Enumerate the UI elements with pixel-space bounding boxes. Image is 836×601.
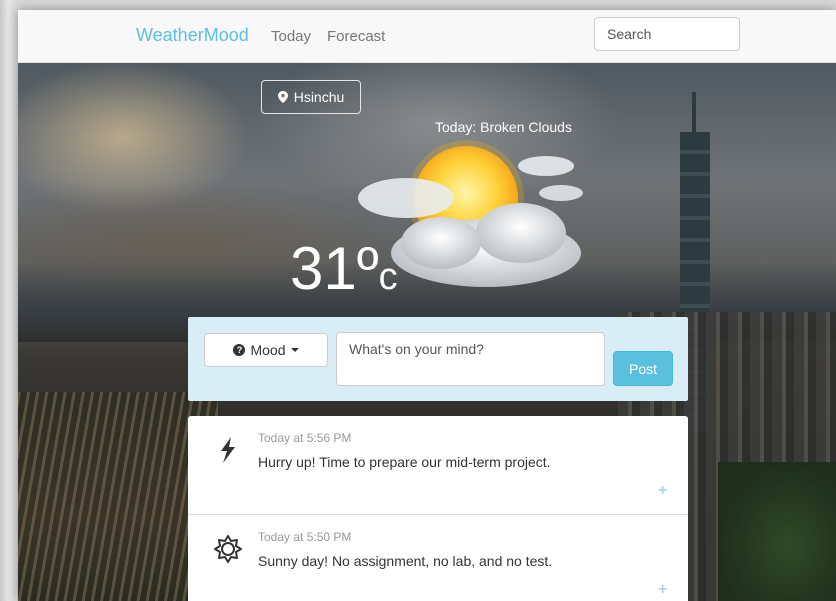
temperature-display: 31ºc [290, 234, 398, 312]
search-input[interactable] [594, 17, 740, 51]
lightning-icon [221, 437, 235, 463]
location-button[interactable]: Hsinchu [261, 80, 361, 114]
brand-logo[interactable]: WeatherMood [136, 25, 249, 46]
feed-item: Today at 5:50 PM Sunny day! No assignmen… [188, 514, 688, 601]
sun-outline-icon [214, 535, 242, 563]
navbar: WeatherMood Today Forecast [18, 10, 836, 63]
feed-text: Hurry up! Time to prepare our mid-term p… [258, 454, 551, 470]
status-textarea[interactable] [336, 332, 605, 386]
feed-time: Today at 5:50 PM [258, 530, 352, 544]
feed-list: Today at 5:56 PM Hurry up! Time to prepa… [188, 416, 688, 601]
caret-down-icon [290, 348, 299, 352]
feed-item: Today at 5:56 PM Hurry up! Time to prepa… [188, 416, 688, 514]
question-circle-icon: ? [233, 344, 246, 356]
feed-time: Today at 5:56 PM [258, 431, 352, 445]
mood-label: Mood [250, 342, 286, 358]
temperature-unit: c [378, 256, 398, 298]
plus-icon[interactable]: + [658, 482, 667, 500]
temperature-value: 31 [290, 235, 357, 302]
degree-symbol: º [356, 235, 379, 302]
mood-dropdown-button[interactable]: ? Mood [204, 333, 328, 367]
plus-icon[interactable]: + [658, 581, 667, 599]
weather-condition: Today: Broken Clouds [435, 119, 572, 135]
nav-link-today[interactable]: Today [271, 28, 311, 45]
location-label: Hsinchu [293, 89, 345, 105]
trees-background [718, 462, 836, 601]
nav-link-forecast[interactable]: Forecast [327, 28, 385, 45]
post-panel: ? Mood Post [188, 317, 688, 401]
app-window: WeatherMood Today Forecast Hsinchu Today… [18, 10, 836, 601]
feed-text: Sunny day! No assignment, no lab, and no… [258, 553, 553, 569]
post-button[interactable]: Post [613, 351, 673, 386]
map-marker-icon [277, 91, 288, 103]
